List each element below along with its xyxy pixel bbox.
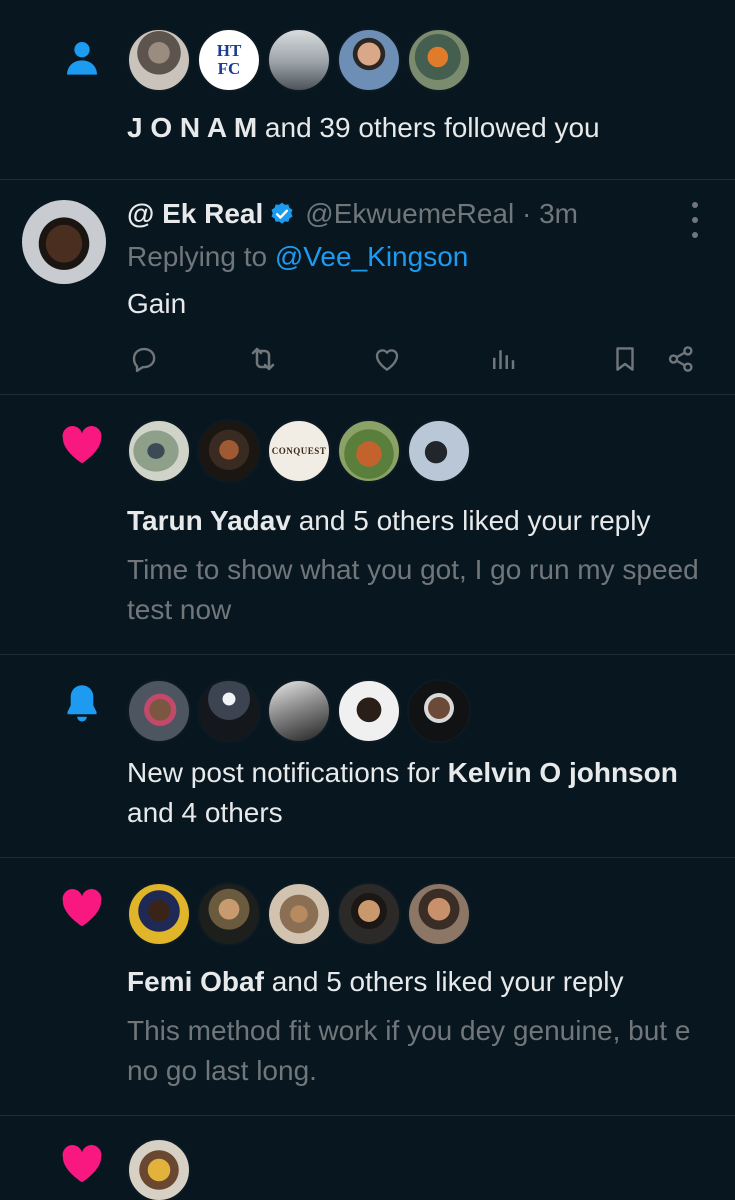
retweet-icon[interactable]: [246, 342, 280, 376]
tweet-header: @ Ek Real @EkwuemeReal · 3m: [127, 194, 578, 234]
avatar[interactable]: [127, 1138, 191, 1200]
tweet-body: Gain: [127, 288, 187, 319]
views-icon[interactable]: [486, 342, 520, 376]
replying-to-link[interactable]: @Vee_Kingson: [275, 241, 468, 272]
notification-post-subscriptions[interactable]: New post notifications for Kelvin O john…: [0, 655, 735, 858]
avatar[interactable]: [197, 679, 261, 743]
avatar[interactable]: [197, 882, 261, 946]
bookmark-icon[interactable]: [608, 342, 642, 376]
avatar[interactable]: [337, 679, 401, 743]
author-handle: @EkwuemeReal · 3m: [305, 198, 578, 229]
account-name[interactable]: Kelvin O johnson: [448, 757, 678, 788]
avatar[interactable]: [22, 200, 106, 284]
notification-like[interactable]: Femi Obaf and 5 others liked your reply …: [0, 858, 735, 1116]
avatar[interactable]: [127, 882, 191, 946]
avatar[interactable]: [407, 28, 471, 92]
more-options-icon[interactable]: [687, 202, 703, 238]
replying-to-line: Replying to @Vee_Kingson: [127, 241, 469, 272]
avatar[interactable]: [337, 28, 401, 92]
liker-avatars: [127, 1138, 191, 1200]
bell-icon: [60, 681, 104, 725]
avatar-poster-text: CONQUEST: [271, 446, 327, 456]
heart-icon: [60, 423, 104, 467]
follower-name[interactable]: J O N A M: [127, 112, 257, 143]
follower-avatars: HT FC: [127, 28, 471, 92]
avatar[interactable]: [127, 28, 191, 92]
avatar-logo-text: HT FC: [216, 41, 242, 78]
post-notification-text: New post notifications for Kelvin O john…: [127, 757, 678, 828]
person-icon: [60, 36, 104, 80]
liked-reply-preview: Time to show what you got, I go run my s…: [127, 554, 699, 625]
avatar[interactable]: [127, 679, 191, 743]
notification-like[interactable]: CONQUEST Tarun Yadav and 5 others liked …: [0, 395, 735, 655]
liker-name[interactable]: Femi Obaf: [127, 966, 264, 997]
like-text: Femi Obaf and 5 others liked your reply: [127, 966, 624, 997]
notification-follow[interactable]: HT FC J O N A M and 39 others followed y…: [0, 0, 735, 180]
verified-badge-icon: [269, 201, 295, 227]
notification-like[interactable]: [0, 1116, 735, 1200]
avatar[interactable]: [197, 419, 261, 483]
avatar[interactable]: HT FC: [197, 28, 261, 92]
avatar[interactable]: [267, 679, 331, 743]
like-text: Tarun Yadav and 5 others liked your repl…: [127, 505, 651, 536]
liker-name[interactable]: Tarun Yadav: [127, 505, 291, 536]
author-name[interactable]: @ Ek Real: [127, 194, 263, 234]
heart-icon: [60, 886, 104, 930]
avatar[interactable]: [267, 28, 331, 92]
account-avatars: [127, 679, 471, 743]
like-outline-icon[interactable]: [370, 342, 404, 376]
avatar[interactable]: [407, 419, 471, 483]
reply-tweet[interactable]: @ Ek Real @EkwuemeReal · 3m Replying to …: [0, 180, 735, 395]
reply-icon[interactable]: [127, 342, 161, 376]
avatar[interactable]: [127, 419, 191, 483]
follow-text: J O N A M and 39 others followed you: [127, 112, 600, 143]
avatar[interactable]: [267, 882, 331, 946]
liked-reply-preview: This method fit work if you dey genuine,…: [127, 1015, 691, 1086]
avatar[interactable]: [407, 882, 471, 946]
share-icon[interactable]: [664, 342, 698, 376]
avatar[interactable]: [337, 882, 401, 946]
avatar[interactable]: CONQUEST: [267, 419, 331, 483]
heart-icon: [60, 1142, 104, 1186]
avatar[interactable]: [337, 419, 401, 483]
liker-avatars: CONQUEST: [127, 419, 471, 483]
avatar[interactable]: [407, 679, 471, 743]
liker-avatars: [127, 882, 471, 946]
